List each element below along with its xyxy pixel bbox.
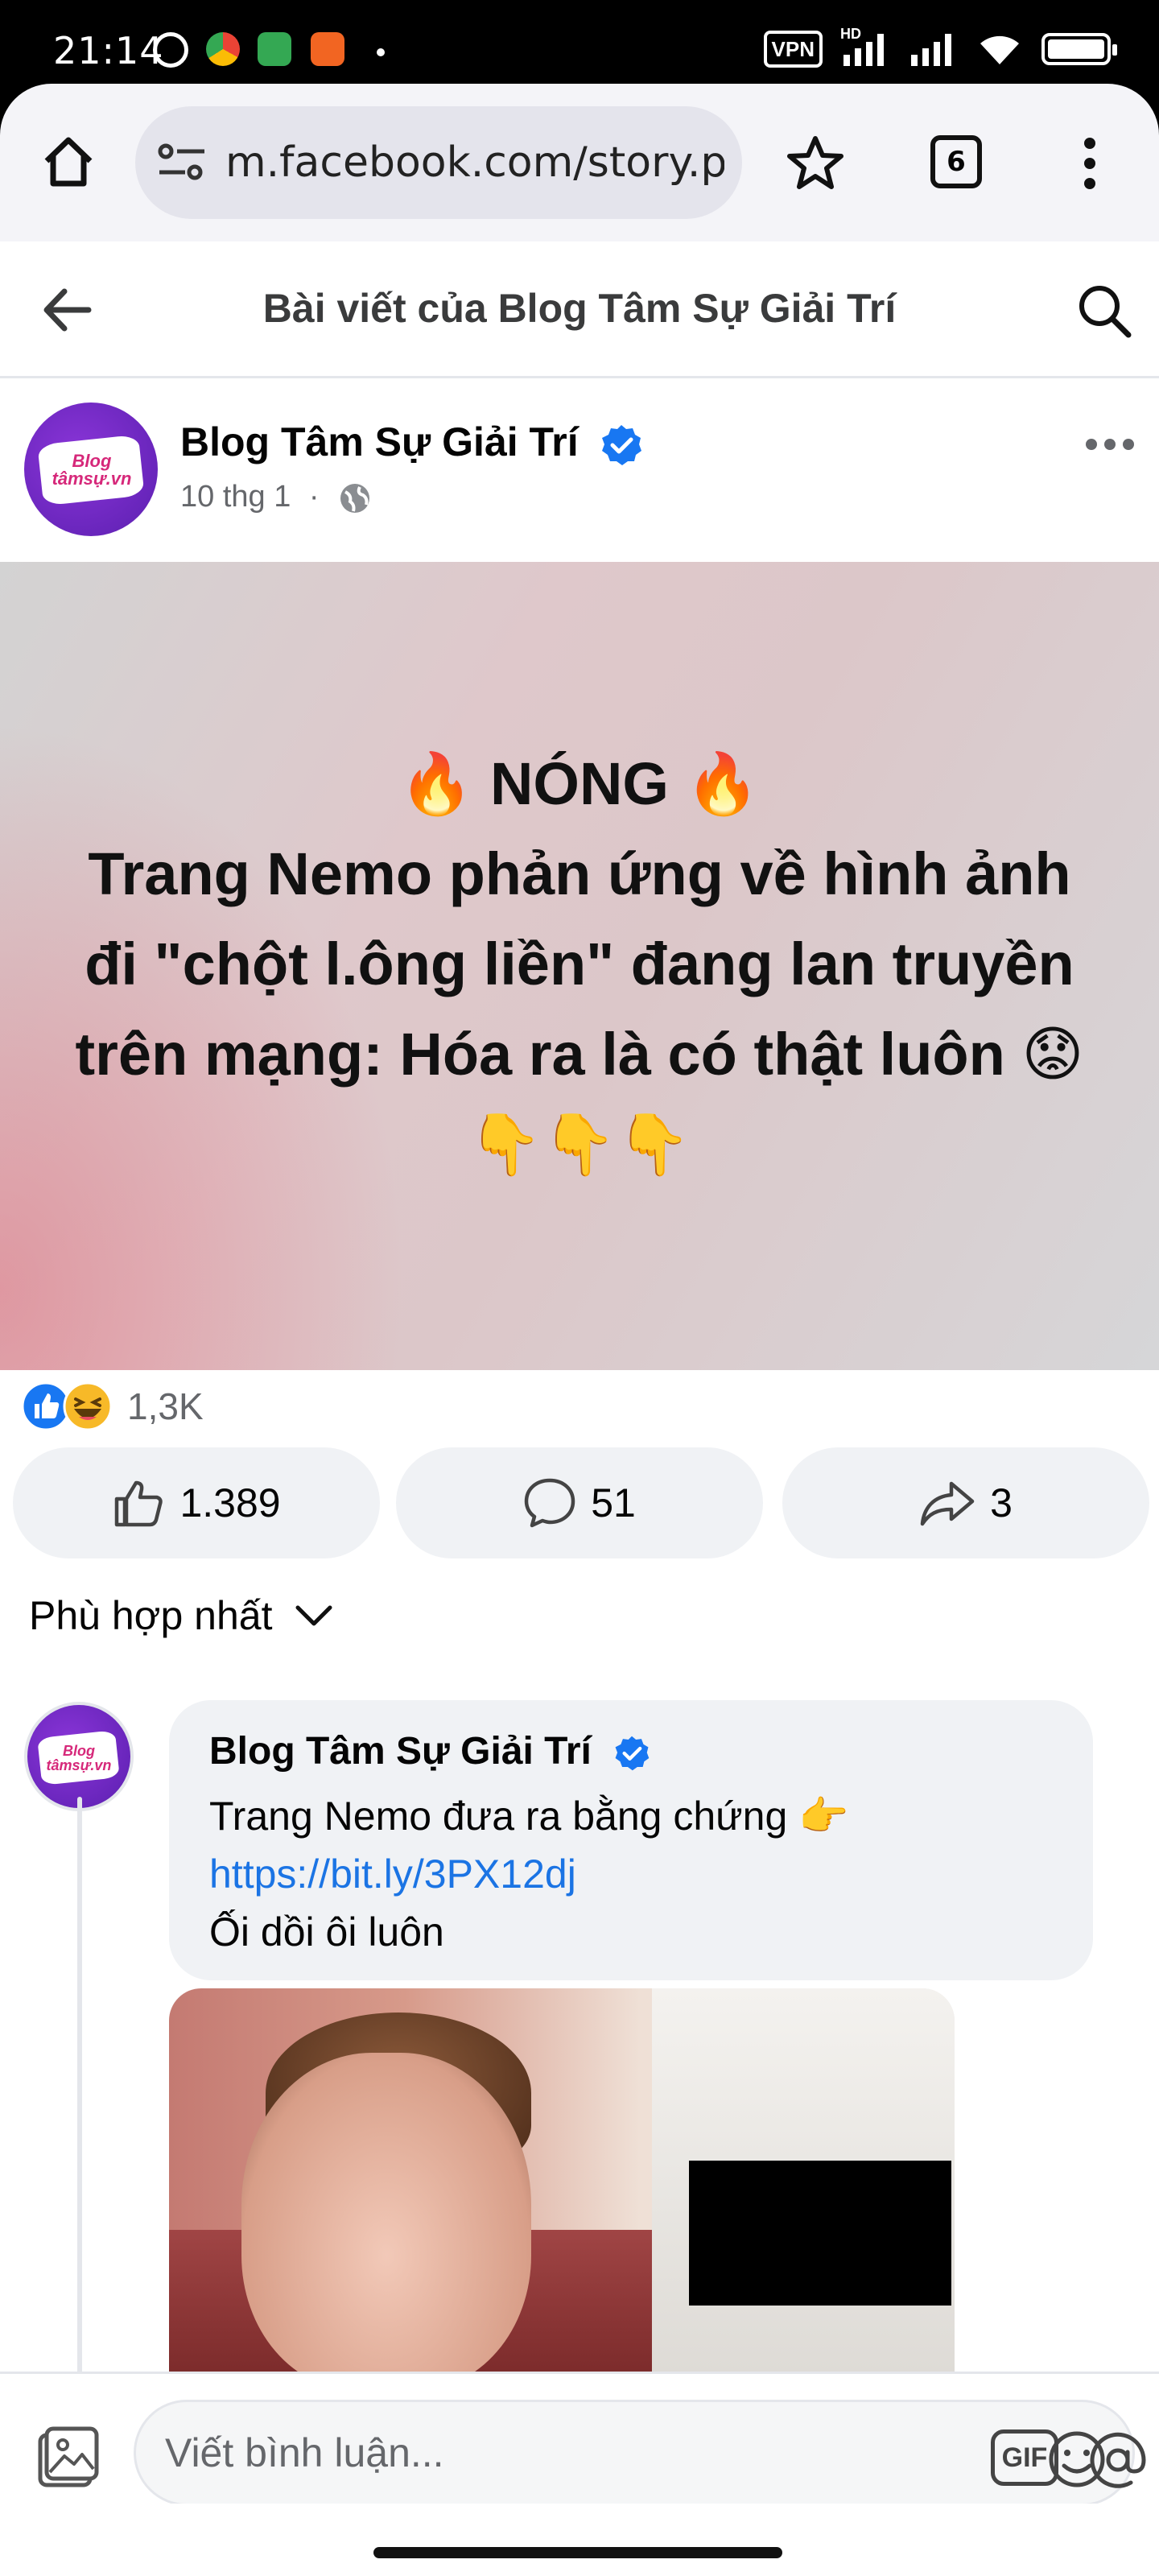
like-button[interactable]: 1.389 <box>13 1447 380 1558</box>
comment-thread-line <box>77 1797 82 2376</box>
url-text: m.facebook.com/story.p <box>225 138 724 187</box>
orange-app-icon <box>311 32 344 66</box>
sort-label: Phù hợp nhất <box>29 1593 273 1638</box>
post-text-line: Trang Nemo phản ứng về hình ảnh <box>88 840 1071 907</box>
post-meta: 10 thg 1 · <box>180 480 373 516</box>
verified-badge-icon <box>601 424 641 465</box>
like-count: 1.389 <box>179 1480 281 1525</box>
status-time: 21:14 <box>53 29 164 72</box>
comment-bubble[interactable]: Blog Tâm Sự Giải Trí Trang Nemo đưa ra b… <box>169 1700 1093 1980</box>
home-icon[interactable] <box>40 134 97 190</box>
thumbs-up-icon <box>115 1480 163 1527</box>
comment-button[interactable]: 51 <box>396 1447 763 1558</box>
comment-input-placeholder: Viết bình luận... <box>165 2430 444 2475</box>
browser-toolbar: m.facebook.com/story.p 6 <box>0 84 1159 242</box>
vpn-icon: VPN <box>763 31 823 68</box>
chrome-notification-icon <box>206 32 240 66</box>
shield-app-icon <box>258 32 291 66</box>
chevron-down-icon <box>295 1605 332 1626</box>
post-author-avatar[interactable]: Blog tâmsự.vn <box>24 402 158 536</box>
emoji-icon[interactable] <box>1045 2427 1109 2491</box>
comment-composer: Viết bình luận... GIF <box>0 2372 1159 2506</box>
avatar-logo-text: Blog tâmsự.vn <box>46 1743 112 1773</box>
reaction-summary[interactable]: 1,3K <box>21 1378 204 1435</box>
page-title: Bài viết của Blog Tâm Sự Giải Trí <box>262 286 897 331</box>
comment-input[interactable]: Viết bình luận... GIF <box>134 2400 1146 2506</box>
site-settings-icon[interactable] <box>156 140 208 185</box>
comment-text: Trang Nemo đưa ra bằng chứng 👉 https://b… <box>209 1794 849 1955</box>
more-vert-icon[interactable] <box>1075 135 1104 192</box>
post-author-name[interactable]: Blog Tâm Sự Giải Trí <box>180 419 643 467</box>
more-notifications-dot <box>377 48 385 56</box>
alarm-icon <box>153 32 188 68</box>
share-button[interactable]: 3 <box>782 1447 1149 1558</box>
post-text-line: 🔥 NÓNG 🔥 <box>399 750 760 817</box>
post-date[interactable]: 10 thg 1 <box>180 480 291 514</box>
comment-link[interactable]: https://bit.ly/3PX12dj <box>209 1852 576 1897</box>
comment-bubble-icon <box>524 1478 575 1528</box>
wifi-icon <box>980 35 1019 64</box>
verified-badge-icon <box>615 1736 650 1771</box>
comment-count: 51 <box>591 1480 636 1525</box>
haha-reaction-icon <box>63 1381 113 1431</box>
post-text-line: 👇👇👇 <box>468 1111 691 1178</box>
share-arrow-icon <box>920 1481 975 1526</box>
status-right-icons: VPN HD <box>763 26 1117 69</box>
status-bar: 21:14 VPN HD <box>0 0 1159 84</box>
signal-icon <box>911 34 951 66</box>
tab-switcher-button[interactable]: 6 <box>930 135 982 188</box>
page-header: Bài viết của Blog Tâm Sự Giải Trí <box>0 243 1159 378</box>
comment-author-name[interactable]: Blog Tâm Sự Giải Trí <box>209 1729 650 1773</box>
bookmark-star-icon[interactable] <box>786 134 845 192</box>
system-nav-area <box>0 2504 1159 2576</box>
comment-text-line2: Ối dồi ôi luôn <box>209 1909 444 1955</box>
post-text: 🔥 NÓNG 🔥 Trang Nemo phản ứng về hình ảnh… <box>16 739 1143 1190</box>
post-text-line: trên mạng: Hóa ra là có thật luôn 😟 <box>75 1021 1084 1088</box>
signal-hd-icon: HD <box>840 26 892 68</box>
comment-author-avatar[interactable]: Blog tâmsự.vn <box>24 1702 134 1811</box>
post-more-options-icon[interactable] <box>1083 435 1136 454</box>
home-indicator[interactable] <box>373 2547 782 2558</box>
search-icon[interactable] <box>1075 282 1133 340</box>
battery-icon <box>1041 33 1117 65</box>
globe-icon <box>340 483 370 513</box>
comment-sort-dropdown[interactable]: Phù hợp nhất <box>29 1592 335 1639</box>
post-background-text[interactable]: 🔥 NÓNG 🔥 Trang Nemo phản ứng về hình ảnh… <box>0 562 1159 1370</box>
url-bar[interactable]: m.facebook.com/story.p <box>135 106 742 219</box>
avatar-logo-text: Blog tâmsự.vn <box>52 451 132 489</box>
post-text-line: đi "chột l.ông liền" đang lan truyền <box>85 931 1074 997</box>
reaction-count: 1,3K <box>127 1385 204 1427</box>
censor-box <box>689 2161 951 2306</box>
add-photo-icon[interactable] <box>32 2424 100 2491</box>
share-count: 3 <box>990 1480 1013 1525</box>
comment-link-preview-image[interactable] <box>169 1988 955 2373</box>
